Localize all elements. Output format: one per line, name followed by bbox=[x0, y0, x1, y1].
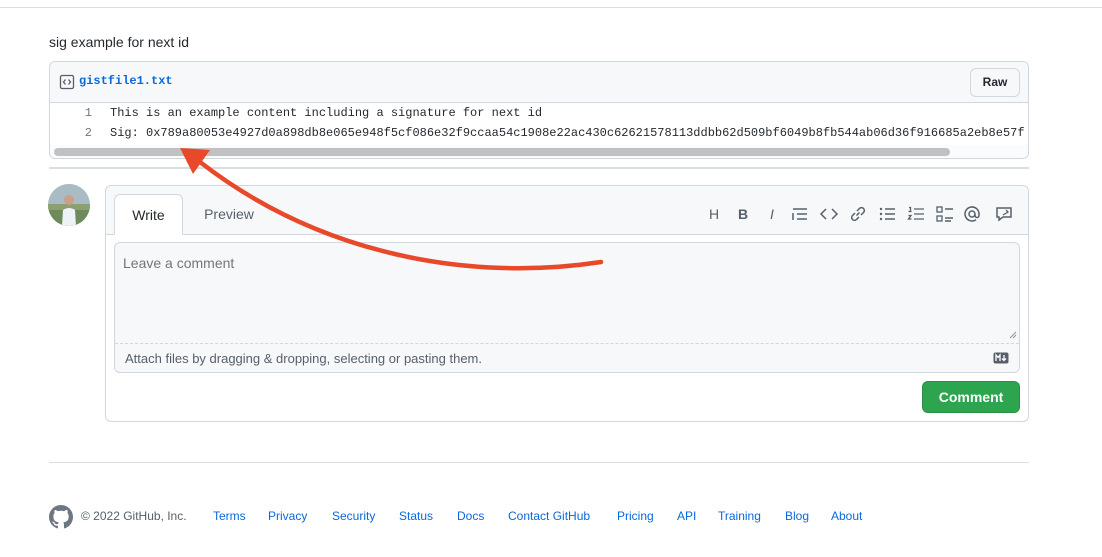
comment-form: Write Preview H B I Leave a comment Atta… bbox=[105, 185, 1029, 422]
copyright-text: © 2022 GitHub, Inc. bbox=[81, 509, 187, 523]
raw-button[interactable]: Raw bbox=[970, 68, 1020, 97]
footer-link-training[interactable]: Training bbox=[718, 509, 761, 523]
footer-link-privacy[interactable]: Privacy bbox=[268, 509, 307, 523]
comment-submit-button[interactable]: Comment bbox=[922, 381, 1020, 413]
resize-handle-icon[interactable] bbox=[1009, 331, 1017, 339]
line-number[interactable]: 2 bbox=[50, 123, 92, 143]
avatar[interactable] bbox=[48, 184, 90, 226]
footer-link-about[interactable]: About bbox=[831, 509, 862, 523]
footer-link-pricing[interactable]: Pricing bbox=[617, 509, 654, 523]
gist-description: sig example for next id bbox=[49, 34, 190, 50]
horizontal-scrollbar[interactable] bbox=[50, 145, 1028, 158]
markdown-icon[interactable] bbox=[993, 352, 1009, 364]
user-photo-icon bbox=[48, 184, 90, 226]
mention-icon[interactable] bbox=[962, 204, 982, 224]
file-name-link[interactable]: gistfile1.txt bbox=[79, 74, 173, 88]
code-file-icon bbox=[59, 74, 75, 90]
attach-files-text: Attach files by dragging & dropping, sel… bbox=[125, 351, 482, 366]
unordered-list-icon[interactable] bbox=[877, 204, 897, 224]
link-icon[interactable] bbox=[848, 204, 868, 224]
header-divider bbox=[0, 7, 1102, 8]
task-list-icon[interactable] bbox=[935, 204, 955, 224]
ordered-list-icon[interactable] bbox=[906, 204, 926, 224]
section-divider bbox=[49, 167, 1029, 169]
footer-link-security[interactable]: Security bbox=[332, 509, 375, 523]
file-attachment-bar[interactable]: Attach files by dragging & dropping, sel… bbox=[115, 343, 1019, 372]
gist-file: gistfile1.txt Raw 1 This is an example c… bbox=[49, 61, 1029, 159]
comment-textarea-wrapper: Attach files by dragging & dropping, sel… bbox=[114, 242, 1020, 373]
tab-preview[interactable]: Preview bbox=[191, 194, 267, 235]
file-header: gistfile1.txt Raw bbox=[50, 62, 1028, 103]
markdown-toolbar: H B I bbox=[704, 204, 1014, 224]
site-footer: © 2022 GitHub, Inc. Terms Privacy Securi… bbox=[49, 505, 1049, 529]
footer-link-terms[interactable]: Terms bbox=[213, 509, 246, 523]
italic-icon[interactable]: I bbox=[762, 204, 782, 224]
comment-tabs-bar: Write Preview H B I bbox=[106, 186, 1028, 235]
footer-link-docs[interactable]: Docs bbox=[457, 509, 484, 523]
footer-link-blog[interactable]: Blog bbox=[785, 509, 809, 523]
line-content: This is an example content including a s… bbox=[110, 106, 543, 120]
scrollbar-thumb[interactable] bbox=[54, 148, 950, 156]
bold-icon[interactable]: B bbox=[733, 204, 753, 224]
footer-link-contact[interactable]: Contact GitHub bbox=[508, 509, 590, 523]
reference-icon[interactable] bbox=[994, 204, 1014, 224]
footer-divider bbox=[49, 462, 1029, 463]
footer-link-api[interactable]: API bbox=[677, 509, 696, 523]
code-view: 1 This is an example content including a… bbox=[50, 103, 1028, 158]
github-logo-icon[interactable] bbox=[49, 505, 73, 529]
heading-icon[interactable]: H bbox=[704, 204, 724, 224]
footer-link-status[interactable]: Status bbox=[399, 509, 433, 523]
tab-write[interactable]: Write bbox=[114, 194, 183, 235]
line-content: Sig: 0x789a80053e4927d0a898db8e065e948f5… bbox=[110, 126, 1025, 140]
quote-icon[interactable] bbox=[790, 204, 810, 224]
line-number[interactable]: 1 bbox=[50, 103, 92, 123]
code-icon[interactable] bbox=[819, 204, 839, 224]
comment-input[interactable] bbox=[115, 243, 1019, 343]
